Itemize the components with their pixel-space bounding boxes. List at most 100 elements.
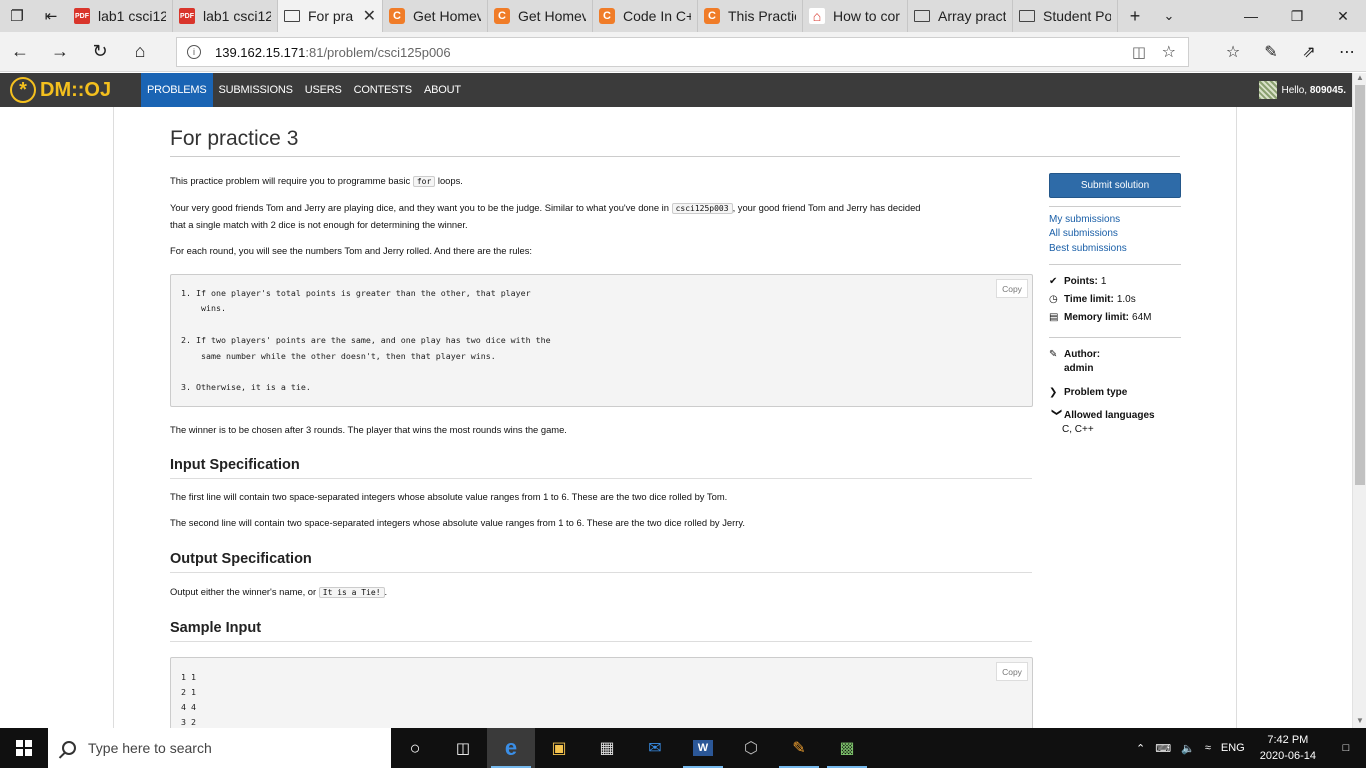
divider bbox=[1049, 206, 1181, 207]
best-submissions-link[interactable]: Best submissions bbox=[1049, 243, 1127, 254]
start-button[interactable] bbox=[0, 728, 48, 768]
app-icon[interactable]: ▩ bbox=[823, 728, 871, 768]
url-host: 139.162.15.171 bbox=[215, 44, 306, 60]
browser-tab[interactable]: Student Po bbox=[1013, 0, 1118, 32]
more-icon[interactable]: ⋯ bbox=[1328, 32, 1366, 72]
winner-paragraph: The winner is to be chosen after 3 round… bbox=[170, 424, 567, 435]
author-info: ✎ Author: bbox=[1049, 349, 1101, 360]
input-line-2: The second line will contain two space-s… bbox=[170, 517, 745, 528]
system-tray: ⌃ ⌨ 🔈 ≈ ENG 7:42 PM 2020-06-14 □ bbox=[1131, 728, 1366, 768]
forward-icon[interactable]: → bbox=[40, 32, 80, 72]
memory-icon: ▤ bbox=[1049, 312, 1059, 323]
cortana-icon[interactable]: ○ bbox=[391, 728, 439, 768]
close-tab-icon[interactable]: ✕ bbox=[363, 6, 376, 26]
tab-preview-icon[interactable]: ⇤ bbox=[34, 0, 68, 32]
nav-about[interactable]: ABOUT bbox=[418, 73, 467, 107]
nav-contests[interactable]: CONTESTS bbox=[348, 73, 418, 107]
sample-line: 3 2 bbox=[181, 717, 196, 727]
keyboard-icon[interactable]: ⌨ bbox=[1150, 742, 1176, 755]
code-editor-icon[interactable]: ✎ bbox=[775, 728, 823, 768]
c-site-icon: C bbox=[599, 8, 615, 24]
chevron-up-icon[interactable]: ⌃ bbox=[1131, 742, 1150, 755]
home-icon[interactable]: ⌂ bbox=[120, 32, 160, 72]
browser-tab-bar: ❐ ⇤ PDF lab1 csci12 PDF lab1 csci12 For pr… bbox=[0, 0, 1366, 32]
inline-code: csci125p003 bbox=[671, 203, 733, 214]
volume-icon[interactable]: 🔈 bbox=[1176, 742, 1200, 755]
intro-paragraph: This practice problem will require you t… bbox=[170, 175, 463, 187]
browser-tab[interactable]: C Get Homev bbox=[383, 0, 488, 32]
avatar bbox=[1259, 81, 1278, 99]
all-submissions-link[interactable]: All submissions bbox=[1049, 228, 1118, 239]
store-icon[interactable]: ▦ bbox=[583, 728, 631, 768]
taskbar-search-input[interactable]: Type here to search bbox=[48, 728, 391, 768]
3d-viewer-icon[interactable]: ⬡ bbox=[727, 728, 775, 768]
restore-icon[interactable]: ❐ bbox=[1274, 0, 1320, 32]
page-scrollbar[interactable]: ▲ ▼ bbox=[1352, 73, 1366, 728]
site-logo[interactable]: * DM::OJ bbox=[0, 73, 141, 107]
rules-code-block: Copy 1. If one player's total points is … bbox=[170, 274, 1033, 407]
edit-icon: ✎ bbox=[1049, 349, 1058, 360]
rule-line: wins. bbox=[181, 303, 226, 313]
language-indicator[interactable]: ENG bbox=[1216, 742, 1250, 754]
divider bbox=[170, 156, 1180, 157]
output-spec-heading: Output Specification bbox=[170, 551, 312, 567]
wifi-icon[interactable]: ≈ bbox=[1200, 742, 1216, 754]
chevron-down-icon[interactable]: ⌄ bbox=[1152, 0, 1186, 32]
info-icon[interactable]: i bbox=[187, 45, 201, 59]
author-name[interactable]: admin bbox=[1064, 363, 1096, 374]
allowed-languages-toggle[interactable]: ❯ Allowed languages bbox=[1049, 408, 1158, 421]
nav-submissions[interactable]: SUBMISSIONS bbox=[213, 73, 299, 107]
browser-tab[interactable]: C Code In C+ bbox=[593, 0, 698, 32]
browser-tab[interactable]: ⌂ How to cor bbox=[803, 0, 908, 32]
file-explorer-icon[interactable]: ▣ bbox=[535, 728, 583, 768]
nav-users[interactable]: USERS bbox=[299, 73, 348, 107]
reading-view-icon[interactable]: ◫ bbox=[1132, 43, 1146, 61]
scroll-down-icon[interactable]: ▼ bbox=[1353, 716, 1366, 728]
inline-code: It is a Tie! bbox=[318, 587, 385, 598]
pen-icon[interactable]: ✎ bbox=[1252, 32, 1290, 72]
user-menu[interactable]: Hello, 809045. bbox=[1259, 81, 1352, 99]
sample-input-heading: Sample Input bbox=[170, 620, 262, 636]
sample-input-block: Copy 1 1 2 1 4 4 3 2 bbox=[170, 657, 1033, 728]
my-submissions-link[interactable]: My submissions bbox=[1049, 214, 1120, 225]
nav-problems[interactable]: PROBLEMS bbox=[141, 73, 213, 107]
browser-tab[interactable]: Array pract bbox=[908, 0, 1013, 32]
notification-icon[interactable]: □ bbox=[1326, 728, 1366, 768]
mail-icon[interactable]: ✉ bbox=[631, 728, 679, 768]
browser-tab[interactable]: PDF lab1 csci12 bbox=[173, 0, 278, 32]
minimize-icon[interactable]: — bbox=[1228, 0, 1274, 32]
back-icon[interactable]: ← bbox=[0, 32, 40, 72]
greeting: Hello, bbox=[1281, 84, 1308, 96]
c-site-icon: C bbox=[389, 8, 405, 24]
browser-tab-active[interactable]: For pra ✕ bbox=[278, 0, 383, 32]
rule-line: 1. If one player's total points is great… bbox=[181, 288, 531, 298]
copy-button[interactable]: Copy bbox=[996, 662, 1028, 681]
refresh-icon[interactable]: ↻ bbox=[80, 32, 120, 72]
submit-solution-button[interactable]: Submit solution bbox=[1049, 173, 1181, 198]
scroll-up-icon[interactable]: ▲ bbox=[1353, 73, 1366, 85]
browser-tab[interactable]: C This Practic bbox=[698, 0, 803, 32]
task-view-icon[interactable]: ◫ bbox=[439, 728, 487, 768]
c-site-icon: C bbox=[704, 8, 720, 24]
username: 809045. bbox=[1309, 84, 1346, 96]
url-input[interactable]: i 139.162.15.171:81/problem/csci125p006 … bbox=[176, 37, 1189, 67]
word-icon[interactable]: W bbox=[679, 728, 727, 768]
edge-icon[interactable]: e bbox=[487, 728, 535, 768]
problem-type-toggle[interactable]: ❯ Problem type bbox=[1049, 387, 1130, 398]
new-tab-icon[interactable]: + bbox=[1118, 0, 1152, 32]
acrobat-icon: ⌂ bbox=[809, 8, 825, 24]
page-container: For practice 3 This practice problem wil… bbox=[113, 107, 1237, 728]
browser-toolbar: ☆ ✎ ⇗ ⋯ bbox=[1214, 32, 1366, 72]
clock[interactable]: 7:42 PM 2020-06-14 bbox=[1250, 732, 1326, 764]
favorites-list-icon[interactable]: ☆ bbox=[1214, 32, 1252, 72]
copy-button[interactable]: Copy bbox=[996, 279, 1028, 298]
share-icon[interactable]: ⇗ bbox=[1290, 32, 1328, 72]
scroll-thumb[interactable] bbox=[1355, 85, 1365, 485]
set-aside-tabs-icon[interactable]: ❐ bbox=[0, 0, 34, 32]
rule-line: 2. If two players' points are the same, … bbox=[181, 335, 551, 345]
browser-tab[interactable]: C Get Homev bbox=[488, 0, 593, 32]
browser-tab[interactable]: PDF lab1 csci12 bbox=[68, 0, 173, 32]
favorite-star-icon[interactable]: ☆ bbox=[1162, 42, 1176, 62]
close-window-icon[interactable]: ✕ bbox=[1320, 0, 1366, 32]
languages-list: C, C++ bbox=[1062, 424, 1094, 435]
